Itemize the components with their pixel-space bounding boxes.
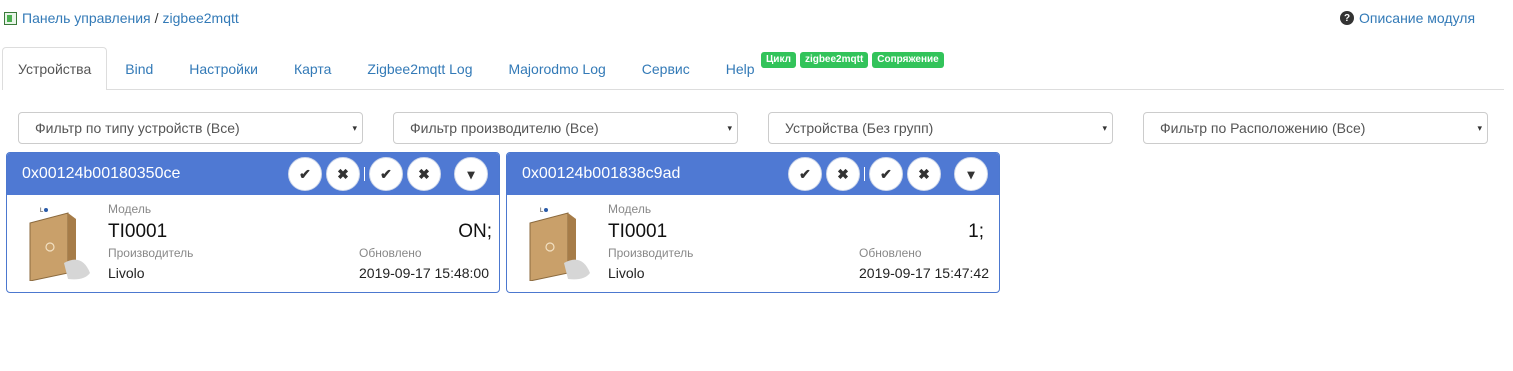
device-card: 0x00124b00180350ce ✔ ✖ ✔ ✖ ▾ L Модель TI…: [6, 152, 500, 293]
turn-off-button[interactable]: ✖: [826, 157, 860, 191]
status-badge-cycle: Цикл: [761, 52, 796, 68]
breadcrumb-current-link[interactable]: zigbee2mqtt: [163, 10, 239, 26]
filter-location-value: Фильтр по Расположению (Все): [1160, 120, 1366, 136]
vendor-value: Livolo: [608, 265, 645, 281]
model-label: Модель: [608, 202, 652, 216]
module-description-link[interactable]: ? Описание модуля: [1340, 9, 1475, 27]
device-card-body: L Модель TI0001 ON; Производитель Обновл…: [7, 195, 499, 292]
device-card-header: 0x00124b00180350ce ✔ ✖ ✔ ✖ ▾: [7, 153, 499, 195]
device-card: 0x00124b001838c9ad ✔ ✖ ✔ ✖ ▾ L Модель TI…: [506, 152, 1000, 293]
turn-on-button[interactable]: ✔: [869, 157, 903, 191]
filter-manufacturer-value: Фильтр производителю (Все): [410, 120, 599, 136]
device-menu-dropdown-button[interactable]: ▾: [954, 157, 988, 191]
device-actions: ✔ ✖ ✔ ✖ ▾: [788, 157, 992, 191]
model-value: TI0001: [608, 221, 668, 242]
tab-bind[interactable]: Bind: [107, 47, 171, 89]
device-card-body: L Модель TI0001 1; Производитель Обновле…: [507, 195, 999, 292]
turn-off-button[interactable]: ✖: [407, 157, 441, 191]
module-description-label[interactable]: Описание модуля: [1359, 10, 1475, 26]
device-actions: ✔ ✖ ✔ ✖ ▾: [288, 157, 492, 191]
filter-group-value: Устройства (Без групп): [785, 120, 934, 136]
tab-bar: Устройства Bind Настройки Карта Zigbee2m…: [2, 47, 1504, 90]
device-menu-dropdown-button[interactable]: ▾: [454, 157, 488, 191]
status-badge-zigbee2mqtt: zigbee2mqtt: [799, 52, 869, 68]
chevron-down-icon: ▾: [1102, 123, 1107, 133]
breadcrumb-separator: /: [154, 10, 159, 26]
tab-map[interactable]: Карта: [276, 47, 349, 89]
tab-majorodmo-log[interactable]: Majorodmo Log: [490, 47, 623, 89]
device-image: L: [29, 208, 90, 281]
chevron-down-icon: ▾: [727, 123, 732, 133]
updated-label: Обновлено: [859, 246, 922, 260]
vendor-label: Производитель: [108, 246, 194, 260]
device-state: 1;: [968, 221, 984, 242]
model-label: Модель: [108, 202, 152, 216]
device-id: 0x00124b00180350ce: [22, 165, 181, 182]
svg-text:L: L: [40, 208, 44, 214]
turn-on-button[interactable]: ✔: [788, 157, 822, 191]
device-id: 0x00124b001838c9ad: [522, 165, 681, 182]
filter-location-select[interactable]: Фильтр по Расположению (Все) ▾: [1143, 112, 1488, 144]
tab-devices[interactable]: Устройства: [2, 47, 108, 90]
device-state: ON;: [458, 221, 492, 242]
device-card-header: 0x00124b001838c9ad ✔ ✖ ✔ ✖ ▾: [507, 153, 999, 195]
tab-zigbee2mqtt-log[interactable]: Zigbee2mqtt Log: [349, 47, 490, 89]
svg-text:L: L: [540, 208, 544, 214]
divider: [364, 167, 365, 181]
chevron-down-icon: ▾: [1477, 123, 1482, 133]
tab-settings[interactable]: Настройки: [171, 47, 276, 89]
tab-service[interactable]: Сервис: [624, 47, 708, 89]
filter-device-type-value: Фильтр по типу устройств (Все): [35, 120, 240, 136]
updated-label: Обновлено: [359, 246, 422, 260]
breadcrumb-root-link[interactable]: Панель управления: [22, 10, 151, 26]
turn-on-button[interactable]: ✔: [288, 157, 322, 191]
vendor-value: Livolo: [108, 265, 145, 281]
vendor-label: Производитель: [608, 246, 694, 260]
divider: [864, 167, 865, 181]
filter-group-select[interactable]: Устройства (Без групп) ▾: [768, 112, 1113, 144]
turn-off-button[interactable]: ✖: [907, 157, 941, 191]
breadcrumb: Панель управления / zigbee2mqtt: [4, 9, 239, 27]
filter-manufacturer-select[interactable]: Фильтр производителю (Все) ▾: [393, 112, 738, 144]
status-badges: Цикл zigbee2mqtt Сопряжение: [761, 52, 944, 68]
updated-value: 2019-09-17 15:48:00: [359, 265, 489, 281]
status-badge-pairing: Сопряжение: [872, 52, 944, 68]
module-icon: [4, 11, 17, 25]
device-image: L: [529, 208, 590, 281]
turn-off-button[interactable]: ✖: [326, 157, 360, 191]
question-circle-icon: ?: [1340, 11, 1354, 25]
model-value: TI0001: [108, 221, 168, 242]
chevron-down-icon: ▾: [352, 123, 357, 133]
turn-on-button[interactable]: ✔: [369, 157, 403, 191]
filter-device-type-select[interactable]: Фильтр по типу устройств (Все) ▾: [18, 112, 363, 144]
updated-value: 2019-09-17 15:47:42: [859, 265, 989, 281]
